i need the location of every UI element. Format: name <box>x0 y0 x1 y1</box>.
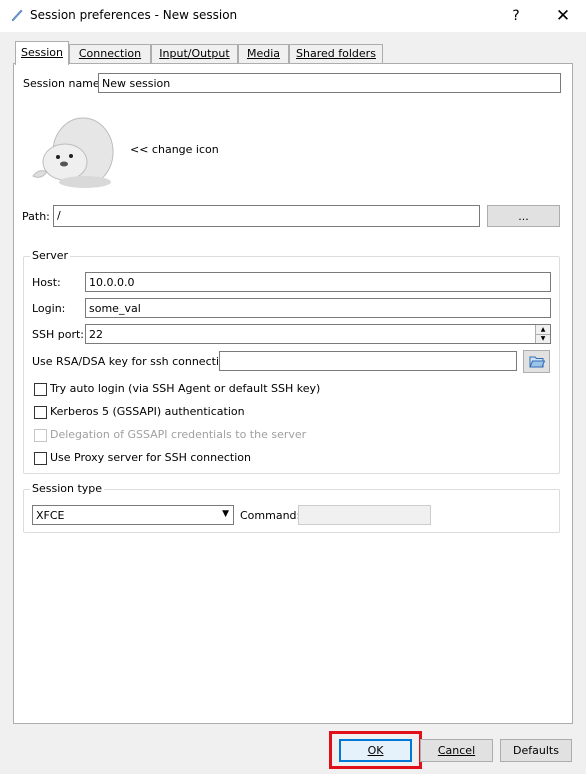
tab-shared-folders[interactable]: Shared folders <box>289 44 383 63</box>
delegation-checkbox <box>34 429 47 442</box>
cancel-button[interactable]: Cancel <box>420 739 493 762</box>
tab-label: Session <box>21 46 63 59</box>
host-input[interactable]: 10.0.0.0 <box>85 272 551 292</box>
rsa-key-label: Use RSA/DSA key for ssh connection: <box>32 355 237 368</box>
session-name-input[interactable]: New session <box>98 73 561 93</box>
session-name-label: Session name: <box>23 77 104 90</box>
app-quill-icon <box>11 9 23 22</box>
session-type-legend: Session type <box>30 482 105 495</box>
session-type-select[interactable]: XFCE ▼ <box>32 505 234 525</box>
tab-session[interactable]: Session <box>15 41 69 65</box>
tab-label: Shared folders <box>296 47 376 60</box>
tab-input-output[interactable]: Input/Output <box>151 44 238 63</box>
change-icon-link[interactable]: << change icon <box>130 143 219 156</box>
tab-label: Input/Output <box>159 47 230 60</box>
stepper-down-icon[interactable]: ▼ <box>536 335 550 343</box>
auto-login-label[interactable]: Try auto login (via SSH Agent or default… <box>50 382 320 395</box>
kerberos-checkbox[interactable] <box>34 406 47 419</box>
tab-media[interactable]: Media <box>238 44 289 63</box>
tab-label: Media <box>246 47 281 60</box>
stepper-up-icon[interactable]: ▲ <box>536 325 550 335</box>
path-input[interactable]: / <box>53 205 480 227</box>
server-legend: Server <box>30 249 71 262</box>
close-button[interactable]: ✕ <box>540 0 586 32</box>
cancel-label: Cancel <box>437 744 476 757</box>
defaults-button[interactable]: Defaults <box>500 739 572 762</box>
folder-open-icon <box>528 356 545 367</box>
session-type-value: XFCE <box>36 509 65 522</box>
help-button[interactable]: ? <box>498 0 534 32</box>
ssh-port-stepper[interactable]: ▲ ▼ <box>535 325 550 343</box>
command-label: Command: <box>240 509 301 522</box>
chevron-down-icon: ▼ <box>222 509 229 519</box>
browse-path-button[interactable]: ... <box>487 205 560 227</box>
auto-login-checkbox[interactable] <box>34 383 47 396</box>
login-label: Login: <box>32 302 66 315</box>
proxy-checkbox[interactable] <box>34 452 47 465</box>
delegation-label: Delegation of GSSAPI credentials to the … <box>50 428 307 441</box>
ok-label: OK <box>367 744 384 757</box>
ssh-port-label: SSH port: <box>32 328 84 341</box>
login-input[interactable]: some_val <box>85 298 551 318</box>
rsa-key-input[interactable] <box>219 351 517 371</box>
tab-label: Connection <box>78 47 142 60</box>
proxy-label[interactable]: Use Proxy server for SSH connection <box>50 451 251 464</box>
tab-connection[interactable]: Connection <box>69 44 151 63</box>
ssh-port-input[interactable]: 22 <box>85 324 551 344</box>
command-input <box>298 505 431 525</box>
ok-button[interactable]: OK <box>339 739 412 762</box>
host-label: Host: <box>32 276 61 289</box>
kerberos-label[interactable]: Kerberos 5 (GSSAPI) authentication <box>50 405 245 418</box>
browse-key-button[interactable] <box>523 350 550 373</box>
seal-icon[interactable] <box>25 110 120 190</box>
path-label: Path: <box>22 210 50 223</box>
window-title: Session preferences - New session <box>30 8 238 22</box>
